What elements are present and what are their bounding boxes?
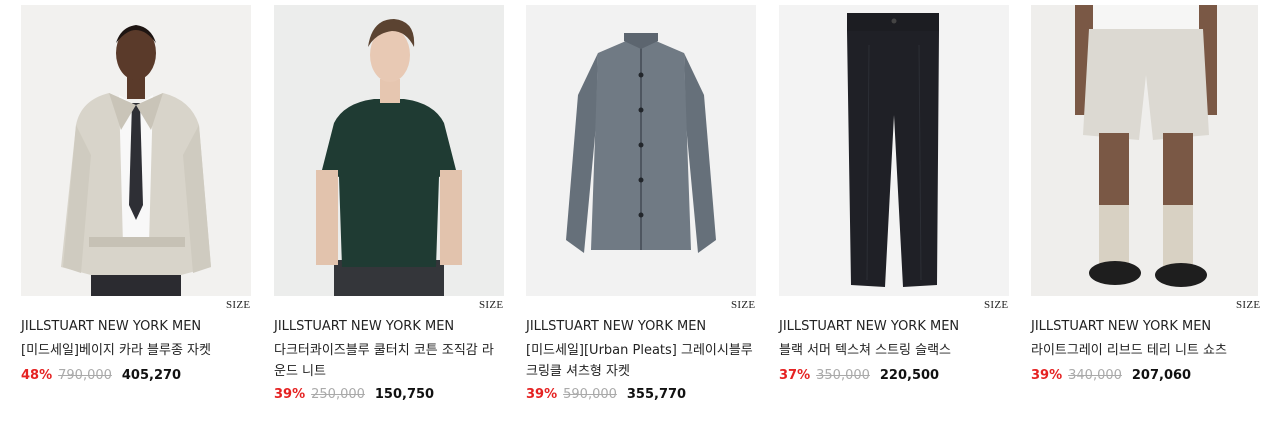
sale-price: 207,060 (1131, 368, 1192, 383)
original-price: 350,000 (816, 368, 870, 383)
product-card[interactable]: SIZE JILLSTUART NEW YORK MEN 다크터콰이즈블루 쿨터… (274, 0, 524, 429)
product-name[interactable]: 블랙 서머 텍스쳐 스트링 슬랙스 (779, 340, 1007, 361)
product-brand[interactable]: JILLSTUART NEW YORK MEN (21, 319, 201, 334)
product-card[interactable]: SIZE JILLSTUART NEW YORK MEN 라이트그레이 리브드 … (1031, 0, 1271, 429)
product-brand[interactable]: JILLSTUART NEW YORK MEN (274, 319, 454, 334)
size-label[interactable]: SIZE (479, 299, 503, 311)
product-image[interactable] (21, 5, 251, 296)
original-price: 340,000 (1068, 368, 1122, 383)
price-row: 39% 590,000 355,770 (526, 387, 686, 402)
discount-rate: 37% (779, 368, 811, 383)
discount-rate: 39% (1031, 368, 1063, 383)
original-price: 250,000 (311, 387, 365, 402)
original-price: 790,000 (58, 368, 112, 383)
product-card[interactable]: SIZE JILLSTUART NEW YORK MEN [미드세일][Urba… (526, 0, 776, 429)
price-row: 48% 790,000 405,270 (21, 368, 181, 383)
product-image[interactable] (779, 5, 1009, 296)
product-brand[interactable]: JILLSTUART NEW YORK MEN (1031, 319, 1211, 334)
price-row: 39% 340,000 207,060 (1031, 368, 1191, 383)
sale-price: 405,270 (121, 368, 182, 383)
sale-price: 355,770 (626, 387, 687, 402)
product-card[interactable]: SIZE JILLSTUART NEW YORK MEN [미드세일]베이지 카… (21, 0, 271, 429)
original-price: 590,000 (563, 387, 617, 402)
product-name[interactable]: 라이트그레이 리브드 테리 니트 쇼츠 (1031, 340, 1259, 361)
size-label[interactable]: SIZE (226, 299, 250, 311)
price-row: 37% 350,000 220,500 (779, 368, 939, 383)
product-brand[interactable]: JILLSTUART NEW YORK MEN (779, 319, 959, 334)
product-name[interactable]: [미드세일][Urban Pleats] 그레이시블루 크링클 셔츠형 자켓 (526, 340, 754, 382)
sale-price: 220,500 (879, 368, 940, 383)
price-row: 39% 250,000 150,750 (274, 387, 434, 402)
discount-rate: 39% (526, 387, 558, 402)
product-name[interactable]: [미드세일]베이지 카라 블루종 자켓 (21, 340, 249, 361)
discount-rate: 39% (274, 387, 306, 402)
discount-rate: 48% (21, 368, 53, 383)
product-image[interactable] (526, 5, 756, 296)
size-label[interactable]: SIZE (1236, 299, 1260, 311)
size-label[interactable]: SIZE (984, 299, 1008, 311)
product-name[interactable]: 다크터콰이즈블루 쿨터치 코튼 조직감 라운드 니트 (274, 340, 502, 382)
product-grid: SIZE JILLSTUART NEW YORK MEN [미드세일]베이지 카… (0, 0, 1271, 429)
sale-price: 150,750 (374, 387, 435, 402)
product-image[interactable] (1031, 5, 1258, 296)
product-card[interactable]: SIZE JILLSTUART NEW YORK MEN 블랙 서머 텍스쳐 스… (779, 0, 1029, 429)
product-brand[interactable]: JILLSTUART NEW YORK MEN (526, 319, 706, 334)
size-label[interactable]: SIZE (731, 299, 755, 311)
product-image[interactable] (274, 5, 504, 296)
